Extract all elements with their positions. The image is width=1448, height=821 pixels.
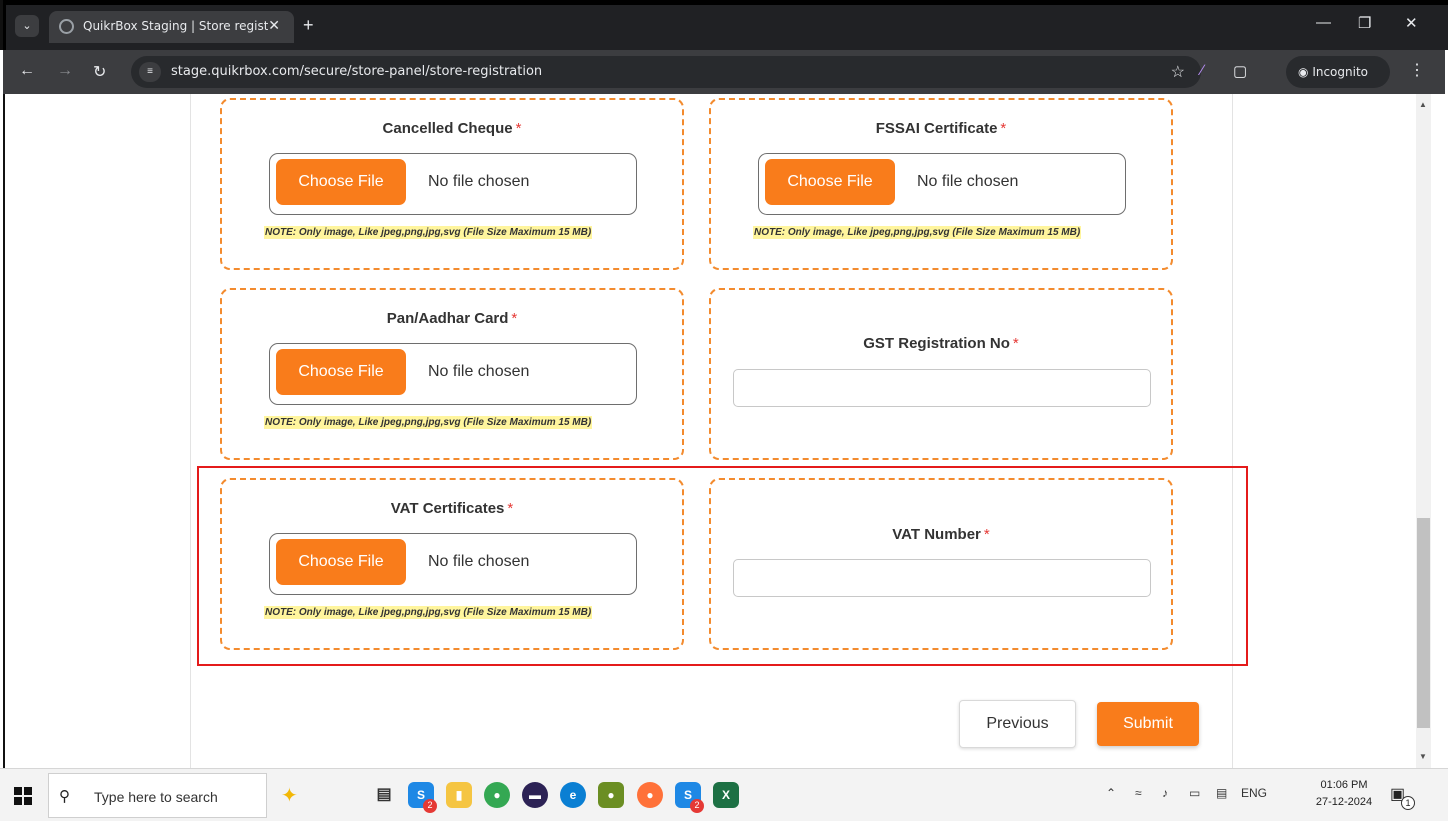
clock-time: 01:06 PM xyxy=(1320,779,1368,791)
copilot-sparkle-icon[interactable]: ✦ xyxy=(281,783,298,808)
page-scrollbar[interactable]: ▲ ▼ xyxy=(1416,94,1431,768)
skype-badge: 2 xyxy=(423,799,437,813)
globe-icon xyxy=(59,19,74,34)
input-method-icon[interactable]: ▤ xyxy=(1216,786,1227,800)
tray-chevron-up-icon[interactable]: ⌃ xyxy=(1106,786,1116,800)
scrollbar-thumb[interactable] xyxy=(1417,518,1430,728)
choose-file-button[interactable]: Choose File xyxy=(276,159,406,205)
choose-file-button[interactable]: Choose File xyxy=(276,349,406,395)
search-placeholder: Type here to search xyxy=(94,789,218,805)
close-window-icon[interactable]: ✕ xyxy=(1405,14,1418,32)
file-note: NOTE: Only image, Like jpeg,png,jpg,svg … xyxy=(264,416,593,429)
taskbar-clock[interactable]: 01:06 PM 27-12-2024 xyxy=(1308,777,1380,811)
file-note: NOTE: Only image, Like jpeg,png,jpg,svg … xyxy=(753,226,1082,239)
edge-icon[interactable]: e xyxy=(560,782,586,808)
browser-tab[interactable]: QuikrBox Staging | Store registr ✕ xyxy=(49,11,294,43)
windows-taskbar: ⚲ Type here to search ✦ ▤ S 2 ▮ ● ▬ e ● … xyxy=(0,768,1448,821)
address-bar[interactable]: ≡ stage.quikrbox.com/secure/store-panel/… xyxy=(131,56,1201,88)
gst-registration-label: GST Registration No * xyxy=(863,335,1019,352)
form-left-border xyxy=(190,94,191,768)
clock-date: 27-12-2024 xyxy=(1315,796,1373,808)
scroll-up-arrow-icon[interactable]: ▲ xyxy=(1419,100,1427,109)
screen: ⌄ QuikrBox Staging | Store registr ✕ + —… xyxy=(0,0,1448,821)
extensions-puzzle-icon[interactable]: ▢ xyxy=(1233,62,1247,80)
wifi-icon[interactable]: ≈ xyxy=(1135,786,1142,800)
battery-icon[interactable]: ▭ xyxy=(1189,786,1200,800)
incognito-label: Incognito xyxy=(1312,65,1368,79)
volume-icon[interactable]: ♪ xyxy=(1162,786,1168,800)
form-right-border xyxy=(1232,94,1233,768)
cancelled-cheque-file-input[interactable]: Choose File No file chosen xyxy=(269,153,637,215)
fssai-certificate-card: FSSAI Certificate * Choose File No file c… xyxy=(709,98,1173,270)
cancelled-cheque-card: Cancelled Cheque * Choose File No file ch… xyxy=(220,98,684,270)
chrome-icon[interactable]: ● xyxy=(484,782,510,808)
eclipse-icon[interactable]: ▬ xyxy=(522,782,548,808)
notification-count-badge: 1 xyxy=(1401,796,1415,810)
incognito-badge[interactable]: ◉ Incognito xyxy=(1286,56,1390,88)
restore-icon[interactable]: ❐ xyxy=(1358,14,1371,32)
new-tab-plus-icon[interactable]: + xyxy=(303,15,314,36)
file-note: NOTE: Only image, Like jpeg,png,jpg,svg … xyxy=(264,226,593,239)
no-file-chosen-text: No file chosen xyxy=(917,173,1019,190)
tab-title: QuikrBox Staging | Store registr xyxy=(83,19,268,33)
back-arrow-icon[interactable]: ← xyxy=(19,62,35,80)
tab-search-chevron-icon[interactable]: ⌄ xyxy=(15,15,39,37)
gst-registration-card: GST Registration No * xyxy=(709,288,1173,460)
previous-button[interactable]: Previous xyxy=(959,700,1076,748)
scroll-down-arrow-icon[interactable]: ▼ xyxy=(1419,752,1427,761)
forward-arrow-icon[interactable]: → xyxy=(57,62,73,80)
reload-icon[interactable]: ↻ xyxy=(93,62,106,82)
fssai-certificate-label: FSSAI Certificate * xyxy=(875,120,1007,137)
browser-menu-icon[interactable]: ⋮ xyxy=(1409,60,1425,80)
pan-aadhar-card: Pan/Aadhar Card * Choose File No file cho… xyxy=(220,288,684,460)
excel-icon[interactable]: X xyxy=(713,782,739,808)
gst-registration-input[interactable] xyxy=(733,369,1151,407)
choose-file-button[interactable]: Choose File xyxy=(765,159,895,205)
pan-aadhar-label: Pan/Aadhar Card * xyxy=(386,310,518,327)
url-text[interactable]: stage.quikrbox.com/secure/store-panel/st… xyxy=(171,64,542,79)
highlight-annotation-box xyxy=(197,466,1248,666)
minimize-icon[interactable]: — xyxy=(1316,14,1331,31)
submit-button[interactable]: Submit xyxy=(1097,702,1199,746)
windows-start-icon[interactable] xyxy=(14,787,32,805)
no-file-chosen-text: No file chosen xyxy=(428,363,530,380)
no-file-chosen-text: No file chosen xyxy=(428,173,530,190)
bookmark-star-icon[interactable]: ☆ xyxy=(1171,62,1185,82)
browser-toolbar: ← → ↻ ≡ stage.quikrbox.com/secure/store-… xyxy=(3,50,1445,94)
site-info-icon[interactable]: ≡ xyxy=(139,62,161,82)
search-icon: ⚲ xyxy=(59,788,70,805)
close-tab-icon[interactable]: ✕ xyxy=(268,17,280,34)
task-view-icon[interactable]: ▤ xyxy=(371,782,397,808)
skype-second-badge: 2 xyxy=(690,799,704,813)
incognito-icon: ◉ xyxy=(1298,65,1309,79)
pan-aadhar-file-input[interactable]: Choose File No file chosen xyxy=(269,343,637,405)
language-indicator[interactable]: ENG xyxy=(1241,786,1267,800)
fssai-certificate-file-input[interactable]: Choose File No file chosen xyxy=(758,153,1126,215)
cancelled-cheque-label: Cancelled Cheque * xyxy=(382,120,522,137)
browser-tab-strip: ⌄ QuikrBox Staging | Store registr ✕ + —… xyxy=(0,0,1448,50)
taskbar-search-box[interactable]: ⚲ Type here to search xyxy=(48,773,267,818)
file-explorer-icon[interactable]: ▮ xyxy=(446,782,472,808)
extension-feather-icon[interactable]: ∕ xyxy=(1201,62,1204,79)
firefox-icon[interactable]: ● xyxy=(637,782,663,808)
chrome-canary-icon[interactable]: ● xyxy=(598,782,624,808)
